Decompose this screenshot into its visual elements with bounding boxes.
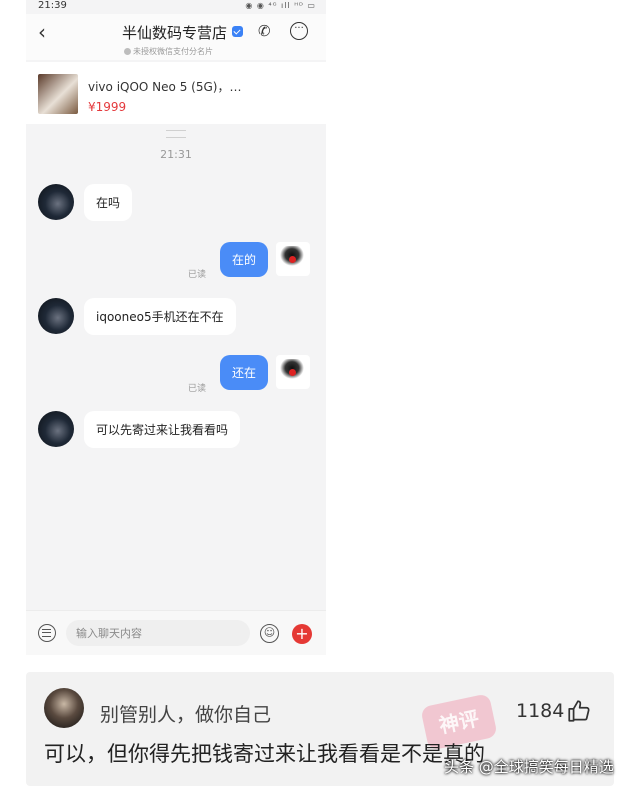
product-card[interactable]: vivo iQOO Neo 5 (5G)，… ¥1999 <box>26 62 326 124</box>
verified-badge-icon <box>232 26 243 37</box>
my-avatar[interactable] <box>276 355 310 389</box>
emoji-icon[interactable]: ☺ <box>260 624 279 643</box>
source-watermark: 头条 @全球搞笑每日精选 <box>444 758 614 776</box>
drag-handle-icon[interactable] <box>166 130 186 138</box>
info-icon <box>124 48 131 55</box>
chat-header: ‹ 半仙数码专营店 ✆ ··· 未授权微信支付分名片 <box>26 14 326 60</box>
menu-icon[interactable] <box>38 624 56 642</box>
status-bar: 21:39 ◉ ◉ ⁴ᴳ ıll ᴴᴰ ▭ <box>26 0 326 14</box>
chat-input[interactable] <box>66 620 250 646</box>
my-avatar[interactable] <box>276 242 310 276</box>
thumbs-up-icon[interactable] <box>566 698 592 724</box>
seller-avatar[interactable] <box>38 184 74 220</box>
message-timestamp: 21:31 <box>160 148 192 161</box>
more-options-icon[interactable]: ··· <box>290 22 308 40</box>
plus-icon[interactable]: + <box>292 624 312 644</box>
message-bubble: 在的 <box>220 242 269 277</box>
commenter-name[interactable]: 别管别人，做你自己 <box>100 700 271 727</box>
back-icon[interactable]: ‹ <box>38 20 46 44</box>
seller-avatar[interactable] <box>38 411 74 447</box>
like-count: 1184 <box>516 700 565 722</box>
product-price: ¥1999 <box>88 100 127 114</box>
message-bubble: iqooneo5手机还在不在 <box>84 298 236 335</box>
status-time: 21:39 <box>38 0 67 11</box>
product-name: vivo iQOO Neo 5 (5G)，… <box>88 80 242 94</box>
read-status: 已读 <box>188 384 207 394</box>
input-bar: ☺ + <box>26 610 326 655</box>
phone-icon[interactable]: ✆ <box>258 22 271 40</box>
read-status: 已读 <box>188 270 207 280</box>
shop-title: 半仙数码专营店 <box>122 24 228 42</box>
status-icons: ◉ ◉ ⁴ᴳ ıll ᴴᴰ ▭ <box>245 1 316 10</box>
comment-text: 可以，但你得先把钱寄过来让我看看是不是真的 <box>44 742 485 766</box>
chat-screen: 21:39 ◉ ◉ ⁴ᴳ ıll ᴴᴰ ▭ ‹ 半仙数码专营店 ✆ ··· 未授… <box>26 0 326 655</box>
header-subtitle: 未授权微信支付分名片 <box>124 46 213 57</box>
product-thumbnail <box>38 74 78 114</box>
subtitle-text: 未授权微信支付分名片 <box>133 47 213 56</box>
message-bubble: 可以先寄过来让我看看吗 <box>84 411 241 448</box>
commenter-avatar[interactable] <box>44 688 84 728</box>
message-bubble: 还在 <box>220 355 269 390</box>
seller-avatar[interactable] <box>38 298 74 334</box>
message-bubble: 在吗 <box>84 184 133 221</box>
